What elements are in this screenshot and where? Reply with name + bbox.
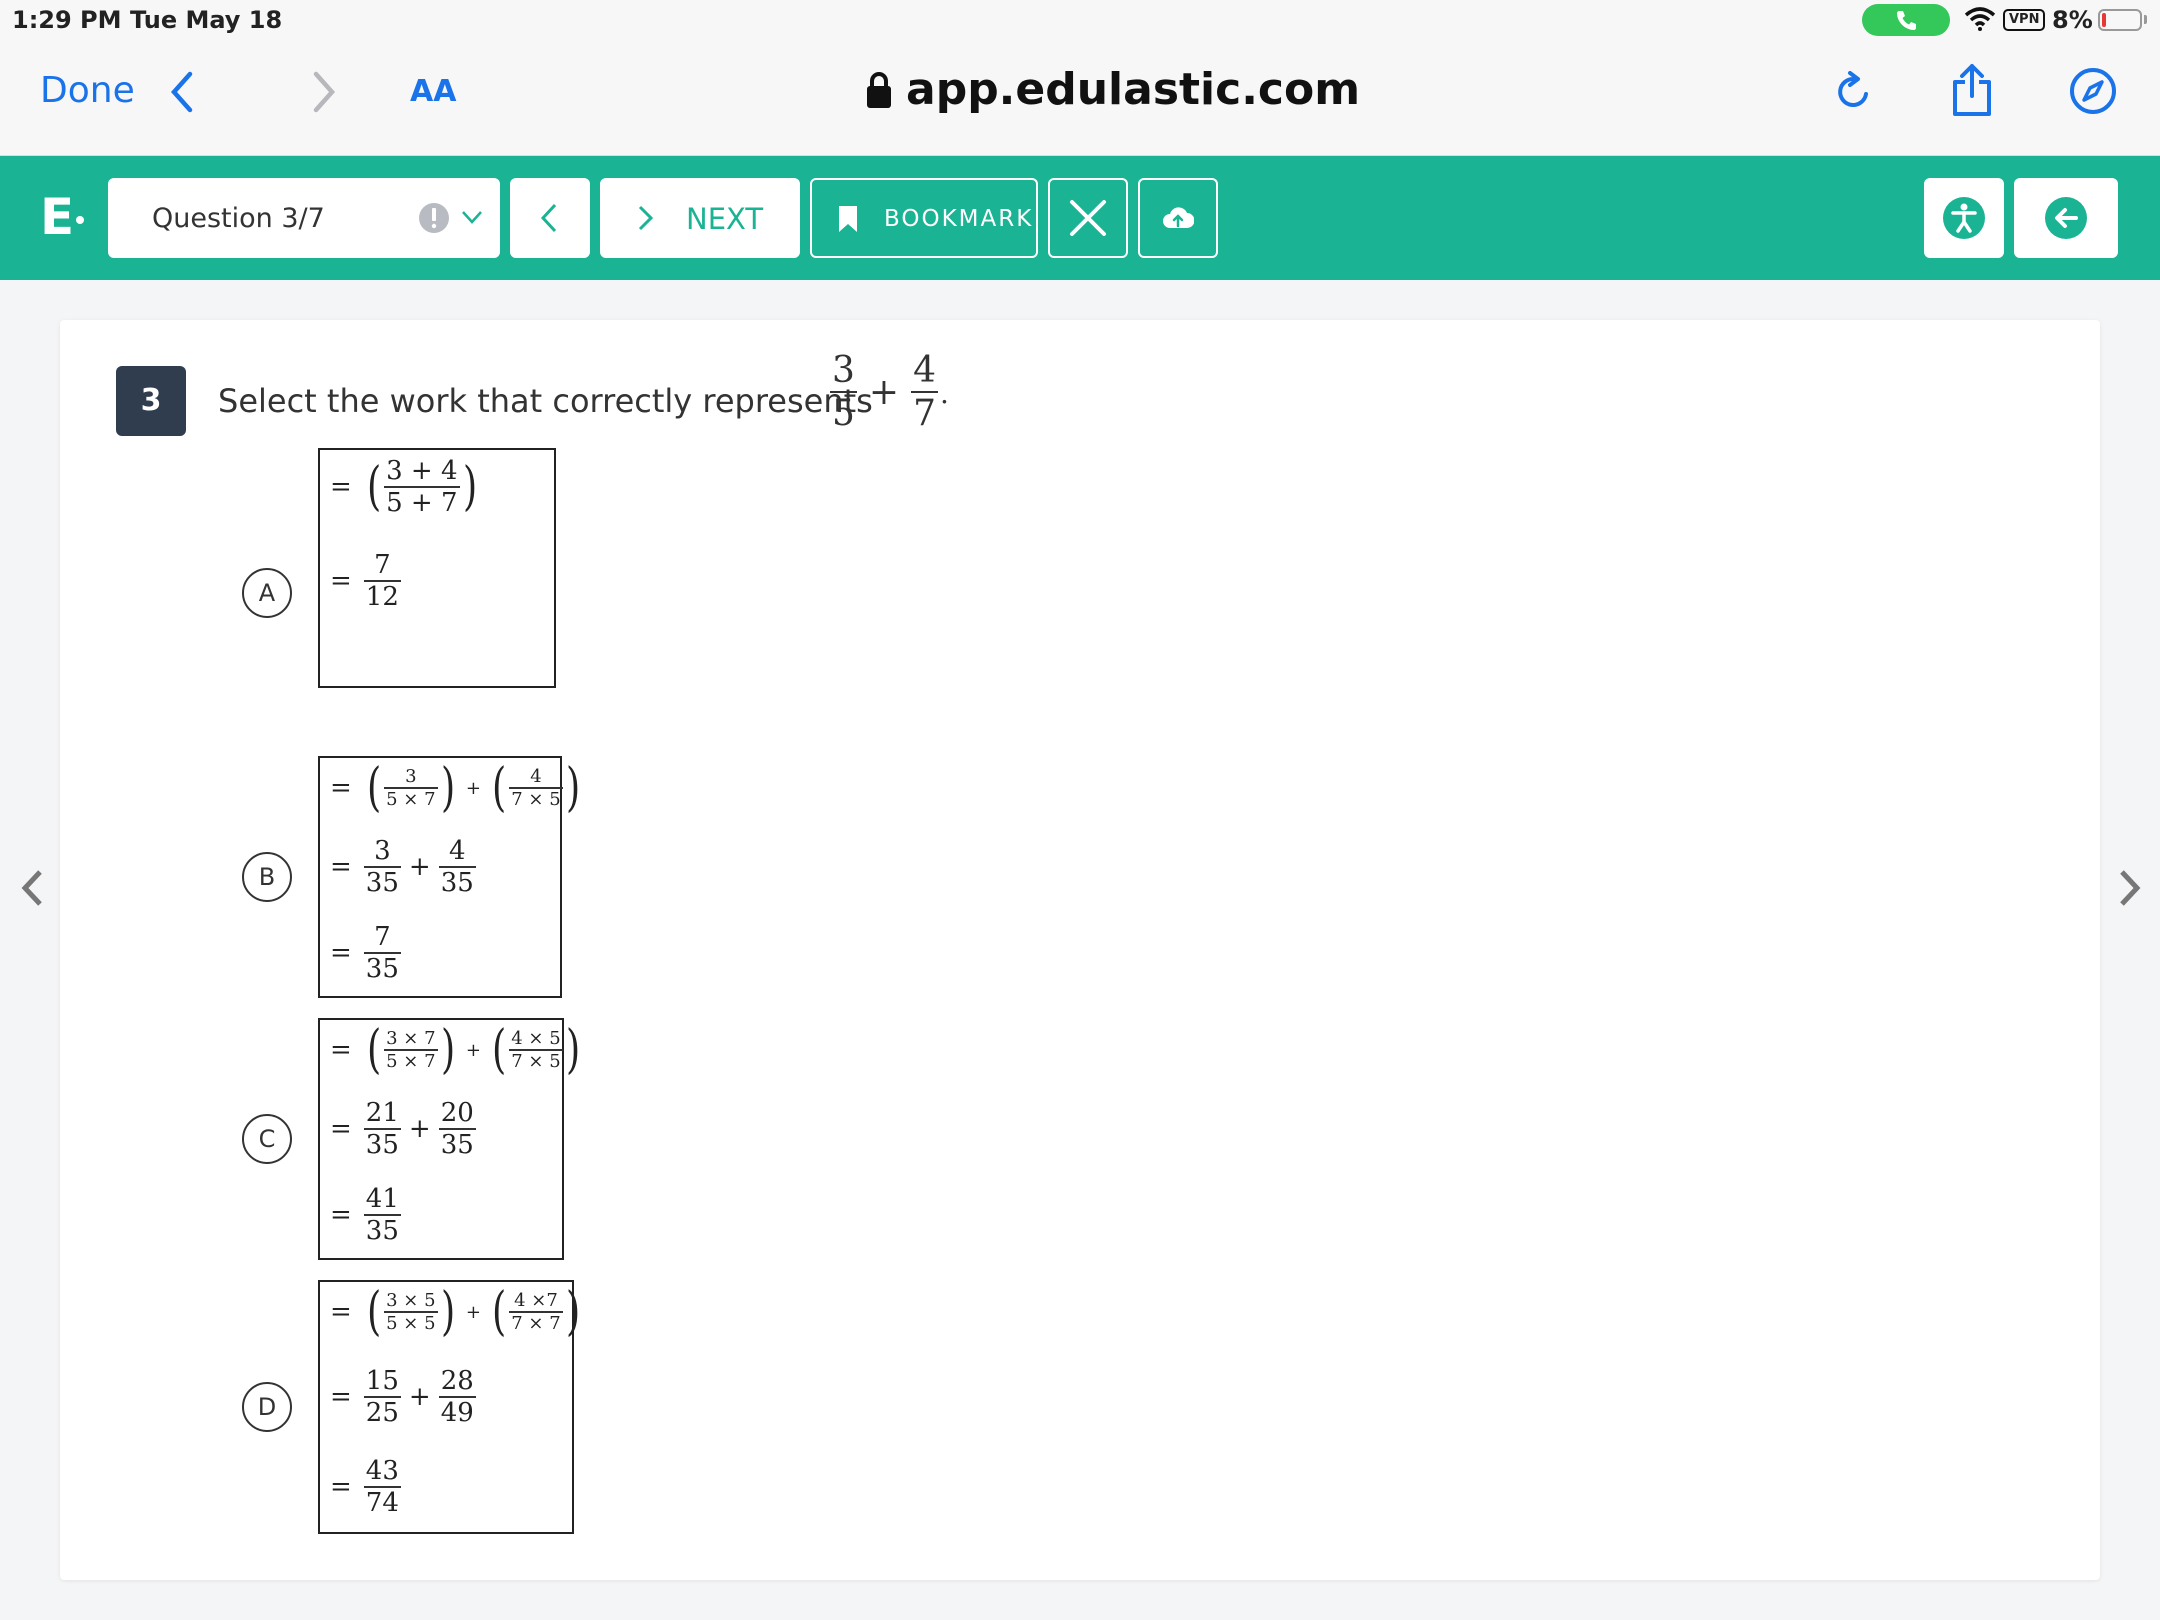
choice-c-radio[interactable]: C: [242, 1114, 292, 1164]
choice-c-line-3: = 41 35: [330, 1184, 401, 1246]
phone-icon: [1897, 11, 1916, 30]
choice-a-line-1: = ( 3 + 4 5 + 7 ): [330, 456, 477, 518]
next-page-arrow-icon[interactable]: [2116, 868, 2144, 908]
assessment-toolbar: E Question 3/7 NEXT BOOKMARK: [0, 156, 2160, 280]
active-call-indicator[interactable]: [1862, 4, 1950, 36]
question-expression: 3 5 + 4 7 .: [830, 350, 949, 434]
upload-button[interactable]: [1138, 178, 1218, 258]
choice-d-radio[interactable]: D: [242, 1382, 292, 1432]
close-icon: [1070, 200, 1106, 236]
question-number-badge: 3: [116, 366, 186, 436]
bookmark-icon: [839, 206, 857, 232]
status-date: Tue May 18: [130, 6, 283, 34]
choice-b-work[interactable]: = ( 3 5 × 7 ) + ( 4 7 × 5 ) = 3 35 + 4 3…: [318, 756, 580, 998]
edulastic-logo: E: [40, 188, 75, 246]
expression-period: .: [939, 377, 949, 410]
expression-plus: +: [868, 371, 900, 413]
browser-back-icon[interactable]: [168, 70, 196, 114]
lock-icon: [867, 72, 891, 108]
wifi-icon: [1964, 7, 1996, 31]
status-time: 1:29 PM: [12, 6, 122, 34]
expression-fraction-a: 3 5: [830, 350, 857, 434]
accessibility-icon: [1943, 197, 1985, 239]
next-question-button[interactable]: NEXT: [600, 178, 800, 258]
logo-dot: [76, 216, 84, 224]
previous-question-button[interactable]: [510, 178, 590, 258]
text-size-button[interactable]: AA: [410, 74, 456, 109]
choice-b-radio[interactable]: B: [242, 852, 292, 902]
battery-icon: [2098, 9, 2142, 31]
question-prompt: Select the work that correctly represent…: [218, 382, 873, 420]
status-bar: 1:29 PM Tue May 18 VPN 8%: [0, 0, 2160, 40]
choice-b-line-3: = 7 35: [330, 922, 401, 984]
battery-percent: 8%: [2052, 6, 2093, 34]
compass-icon[interactable]: [2068, 66, 2118, 116]
choice-d-line-1: = ( 3 × 5 5 × 5 ) + ( 4 ×7 7 × 7 ): [330, 1282, 580, 1342]
share-icon[interactable]: [1950, 62, 1994, 118]
question-select[interactable]: Question 3/7: [108, 178, 500, 258]
chevron-down-icon: [462, 211, 482, 224]
choice-b-line-1: = ( 3 5 × 7 ) + ( 4 7 × 5 ): [330, 758, 580, 818]
browser-forward-icon[interactable]: [310, 70, 338, 114]
next-button-label: NEXT: [686, 202, 764, 236]
accessibility-button[interactable]: [1924, 178, 2004, 258]
warning-icon: [419, 203, 449, 233]
exit-button[interactable]: [2014, 178, 2118, 258]
choice-c-work[interactable]: = ( 3 × 7 5 × 7 ) + ( 4 × 5 7 × 5 ) = 21…: [318, 1018, 580, 1260]
chevron-right-icon: [638, 205, 654, 231]
choice-a-work[interactable]: = ( 3 + 4 5 + 7 ) = 7 12: [318, 448, 556, 688]
browser-bar: Done AA app.edulastic.com: [0, 40, 2160, 156]
done-button[interactable]: Done: [40, 70, 135, 111]
question-card: 3 Select the work that correctly represe…: [60, 320, 2100, 1580]
choice-a-line-2: = 7 12: [330, 550, 401, 612]
reload-icon[interactable]: [1832, 70, 1876, 114]
choice-d-line-3: = 43 74: [330, 1456, 401, 1518]
bookmark-button-label: BOOKMARK: [884, 206, 1034, 232]
url-address[interactable]: app.edulastic.com: [906, 64, 1360, 115]
chevron-left-icon: [540, 203, 557, 233]
cloud-upload-icon: [1163, 207, 1194, 228]
choice-b-line-2: = 3 35 + 4 35: [330, 836, 476, 898]
expression-fraction-b: 4 7: [911, 350, 938, 434]
choice-d-work[interactable]: = ( 3 × 5 5 × 5 ) + ( 4 ×7 7 × 7 ) = 15 …: [318, 1280, 580, 1534]
question-select-label: Question 3/7: [152, 203, 325, 234]
choice-c-line-1: = ( 3 × 7 5 × 7 ) + ( 4 × 5 7 × 5 ): [330, 1020, 580, 1080]
prev-page-arrow-icon[interactable]: [18, 868, 46, 908]
arrow-left-circle-icon: [2045, 197, 2087, 239]
choice-c-line-2: = 21 35 + 20 35: [330, 1098, 476, 1160]
battery-tip: [2144, 15, 2147, 24]
vpn-badge: VPN: [2003, 9, 2046, 31]
close-button[interactable]: [1048, 178, 1128, 258]
choice-a-radio[interactable]: A: [242, 568, 292, 618]
choice-d-line-2: = 15 25 + 28 49: [330, 1366, 476, 1428]
bookmark-button[interactable]: BOOKMARK: [810, 178, 1038, 258]
